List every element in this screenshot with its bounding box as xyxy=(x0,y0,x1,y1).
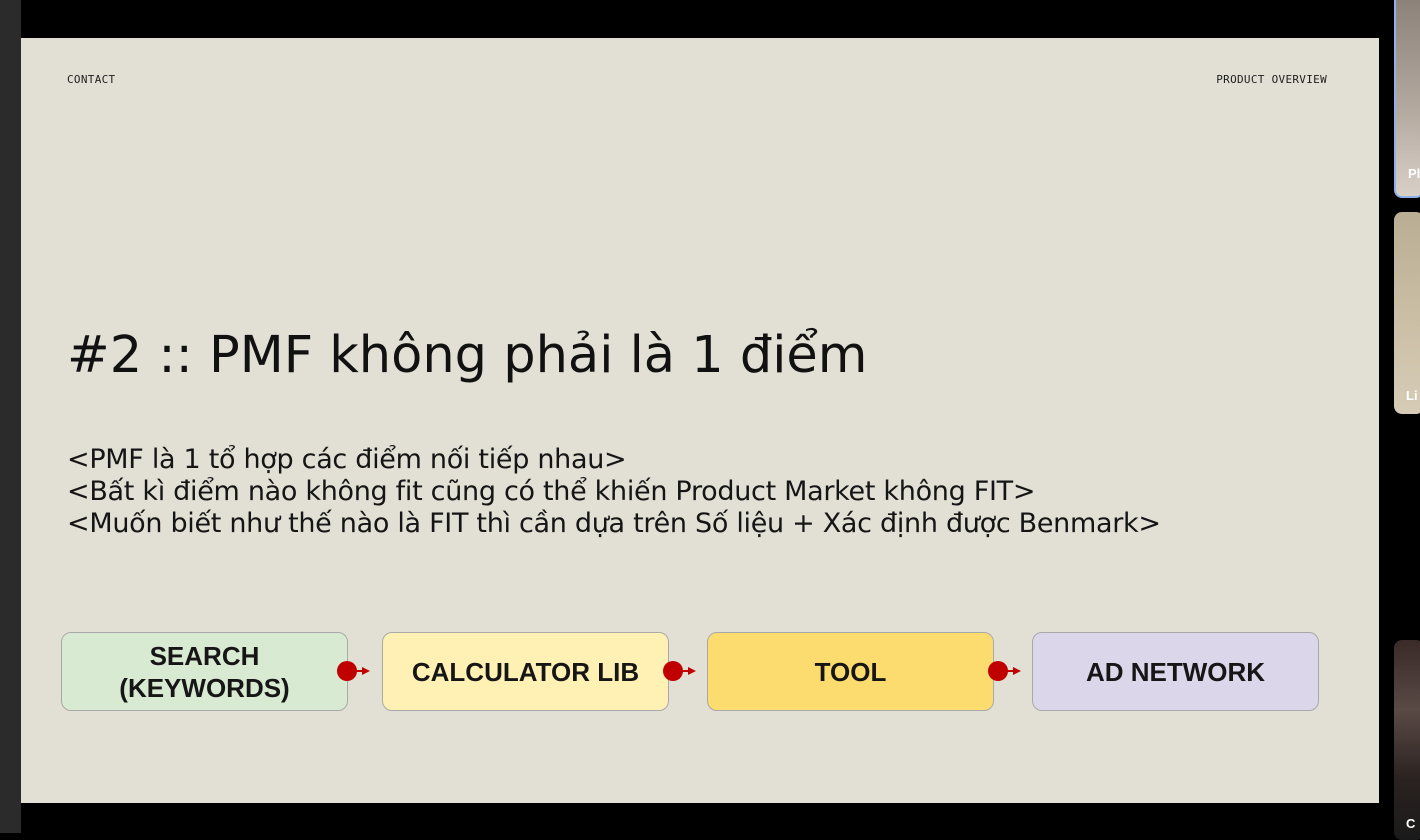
flow-connector-arrow xyxy=(337,661,370,681)
participant-video-tile[interactable]: Li xyxy=(1394,212,1420,414)
participant-name: Ph xyxy=(1408,166,1420,181)
subtitle-line: <PMF là 1 tổ hợp các điểm nối tiếp nhau> xyxy=(67,444,627,475)
participant-video-tile[interactable]: C xyxy=(1394,640,1420,840)
flow-step-search: SEARCH (KEYWORDS) xyxy=(61,632,348,711)
subtitle-line: <Muốn biết như thế nào là FIT thì cần dự… xyxy=(67,508,1161,539)
participant-video-tile[interactable]: Ph xyxy=(1394,0,1420,198)
flow-step-label: CALCULATOR LIB xyxy=(411,656,640,687)
slide-subtitle: <PMF là 1 tổ hợp các điểm nối tiếp nhau>… xyxy=(67,444,1161,540)
flow-connector-arrow xyxy=(663,661,696,681)
participant-name: C xyxy=(1406,816,1416,831)
flow-step-ad-network: AD NETWORK xyxy=(1032,632,1319,711)
flow-step-calculator-lib: CALCULATOR LIB xyxy=(382,632,669,711)
flow-connector-arrow xyxy=(988,661,1021,681)
flow-step-tool: TOOL xyxy=(707,632,994,711)
flow-step-label: TOOL xyxy=(814,656,887,687)
slide-title: #2 :: PMF không phải là 1 điểm xyxy=(67,326,868,385)
participant-name: Li xyxy=(1406,388,1418,403)
left-window-edge xyxy=(0,0,21,833)
header-contact-label: CONTACT xyxy=(67,73,116,86)
subtitle-line: <Bất kì điểm nào không fit cũng có thể k… xyxy=(67,476,1036,507)
presentation-slide: CONTACT PRODUCT OVERVIEW #2 :: PMF không… xyxy=(21,38,1379,803)
flow-step-label: SEARCH (KEYWORDS) xyxy=(119,640,290,703)
header-product-overview-label: PRODUCT OVERVIEW xyxy=(1216,73,1327,86)
flow-step-label: AD NETWORK xyxy=(1085,656,1266,687)
